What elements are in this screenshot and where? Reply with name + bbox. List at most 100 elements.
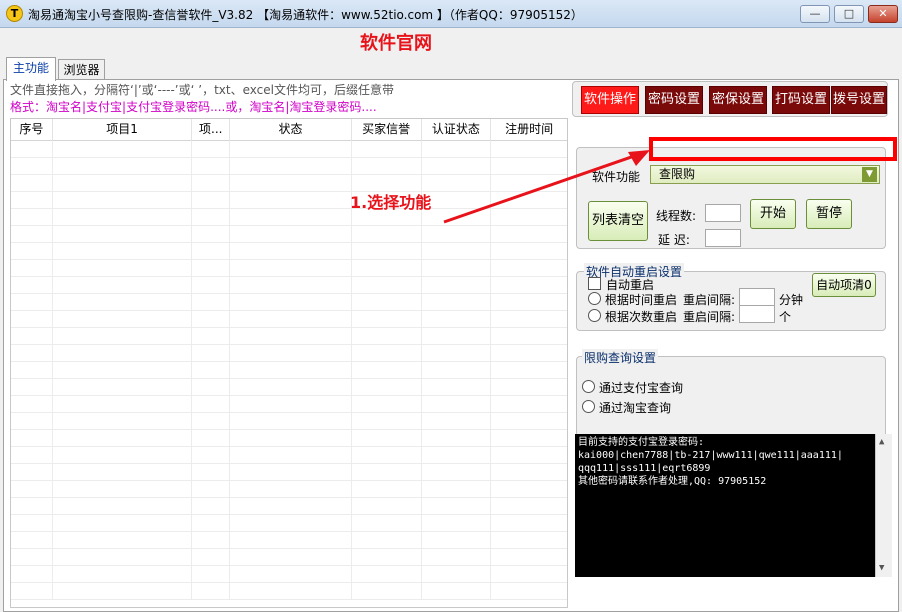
- threads-input[interactable]: [705, 204, 741, 222]
- tab-main-function[interactable]: 主功能: [6, 57, 56, 81]
- auto-clear-button[interactable]: 自动项清0: [812, 273, 876, 297]
- table-row[interactable]: [11, 498, 567, 515]
- table-row[interactable]: [11, 294, 567, 311]
- column-verify-status[interactable]: 认证状态: [422, 119, 492, 141]
- scroll-down-icon[interactable]: ▼: [879, 562, 884, 575]
- close-button[interactable]: ✕: [868, 5, 898, 23]
- table-row[interactable]: [11, 362, 567, 379]
- table-cell: [352, 158, 422, 175]
- captcha-settings-button[interactable]: 打码设置: [772, 86, 830, 114]
- table-row[interactable]: [11, 430, 567, 447]
- table-cell: [53, 141, 193, 158]
- table-cell: [491, 277, 567, 294]
- restart-count-input[interactable]: [739, 305, 775, 323]
- table-cell: [352, 277, 422, 294]
- table-row[interactable]: [11, 379, 567, 396]
- table-row[interactable]: [11, 226, 567, 243]
- auto-restart-checkbox[interactable]: [588, 277, 601, 290]
- table-cell: [192, 328, 231, 345]
- log-console[interactable]: 目前支持的支付宝登录密码: kai000|chen7788|tb-217|www…: [575, 434, 892, 577]
- table-cell: [491, 566, 567, 583]
- table-cell: [192, 532, 231, 549]
- table-cell: [491, 464, 567, 481]
- delay-label: 延 迟:: [658, 233, 690, 247]
- table-cell: [53, 362, 193, 379]
- software-operation-button[interactable]: 软件操作: [581, 86, 639, 114]
- table-cell: [422, 345, 492, 362]
- title-bar: T 淘易通淘宝小号查限购-查信誉软件_V3.82 【淘易通软件：www.52ti…: [0, 0, 902, 28]
- table-cell: [53, 532, 193, 549]
- column-buyer-credit[interactable]: 买家信誉: [352, 119, 422, 141]
- table-cell: [192, 464, 231, 481]
- column-status[interactable]: 状态: [230, 119, 352, 141]
- table-cell: [11, 209, 53, 226]
- function-select-value: 查限购: [659, 167, 696, 181]
- console-scrollbar[interactable]: ▲ ▼: [875, 434, 892, 577]
- column-item2[interactable]: 项...: [192, 119, 231, 141]
- table-cell: [422, 226, 492, 243]
- table-cell: [352, 226, 422, 243]
- tab-browser[interactable]: 浏览器: [58, 59, 105, 81]
- delay-input[interactable]: [705, 229, 741, 247]
- table-row[interactable]: [11, 549, 567, 566]
- restart-minutes-input[interactable]: [739, 288, 775, 306]
- table-row[interactable]: [11, 328, 567, 345]
- table-row[interactable]: [11, 345, 567, 362]
- table-row[interactable]: [11, 260, 567, 277]
- query-via-taobao-radio[interactable]: [582, 400, 595, 413]
- table-cell: [352, 141, 422, 158]
- table-cell: [53, 481, 193, 498]
- restart-by-time-radio[interactable]: [588, 292, 601, 305]
- table-cell: [491, 328, 567, 345]
- table-cell: [230, 362, 352, 379]
- table-cell: [422, 277, 492, 294]
- table-row[interactable]: [11, 243, 567, 260]
- table-cell: [11, 226, 53, 243]
- security-settings-button[interactable]: 密保设置: [709, 86, 767, 114]
- start-button[interactable]: 开始: [750, 199, 796, 229]
- table-cell: [352, 328, 422, 345]
- pause-button[interactable]: 暂停: [806, 199, 852, 229]
- table-cell: [422, 549, 492, 566]
- table-row[interactable]: [11, 413, 567, 430]
- official-site-link[interactable]: 软件官网: [360, 29, 432, 55]
- table-cell: [230, 413, 352, 430]
- threads-label: 线程数:: [656, 209, 697, 223]
- arrow-line: [443, 152, 641, 224]
- table-row[interactable]: [11, 447, 567, 464]
- table-cell: [192, 192, 231, 209]
- column-register-time[interactable]: 注册时间: [491, 119, 567, 141]
- table-row[interactable]: [11, 396, 567, 413]
- table-cell: [11, 260, 53, 277]
- scroll-up-icon[interactable]: ▲: [879, 436, 884, 449]
- table-cell: [230, 430, 352, 447]
- table-row[interactable]: [11, 277, 567, 294]
- table-cell: [53, 158, 193, 175]
- chevron-down-icon[interactable]: ▼: [862, 167, 877, 182]
- table-row[interactable]: [11, 464, 567, 481]
- table-row[interactable]: [11, 532, 567, 549]
- table-cell: [352, 430, 422, 447]
- dialup-settings-button[interactable]: 拨号设置: [831, 86, 887, 114]
- maximize-button[interactable]: □: [834, 5, 864, 23]
- query-via-taobao-label: 通过淘宝查询: [599, 401, 672, 415]
- table-cell: [491, 260, 567, 277]
- restart-by-count-radio[interactable]: [588, 309, 601, 322]
- password-settings-button[interactable]: 密码设置: [645, 86, 703, 114]
- function-select[interactable]: 查限购 ▼: [650, 165, 880, 184]
- format-hint: 格式：淘宝名|支付宝|支付宝登录密码....或，淘宝名|淘宝登录密码....: [10, 100, 377, 114]
- column-index[interactable]: 序号: [11, 119, 53, 141]
- column-item1[interactable]: 项目1: [53, 119, 193, 141]
- table-row[interactable]: [11, 515, 567, 532]
- table-cell: [230, 396, 352, 413]
- table-cell: [352, 311, 422, 328]
- minimize-button[interactable]: —: [800, 5, 830, 23]
- table-cell: [352, 447, 422, 464]
- main-window: 软件官网 主功能 浏览器 文件直接拖入，分隔符‘|’或‘----’或‘ ’，tx…: [0, 28, 902, 612]
- table-row[interactable]: [11, 481, 567, 498]
- table-cell: [422, 260, 492, 277]
- table-cell: [53, 226, 193, 243]
- table-row[interactable]: [11, 566, 567, 583]
- query-via-alipay-radio[interactable]: [582, 380, 595, 393]
- table-row[interactable]: [11, 311, 567, 328]
